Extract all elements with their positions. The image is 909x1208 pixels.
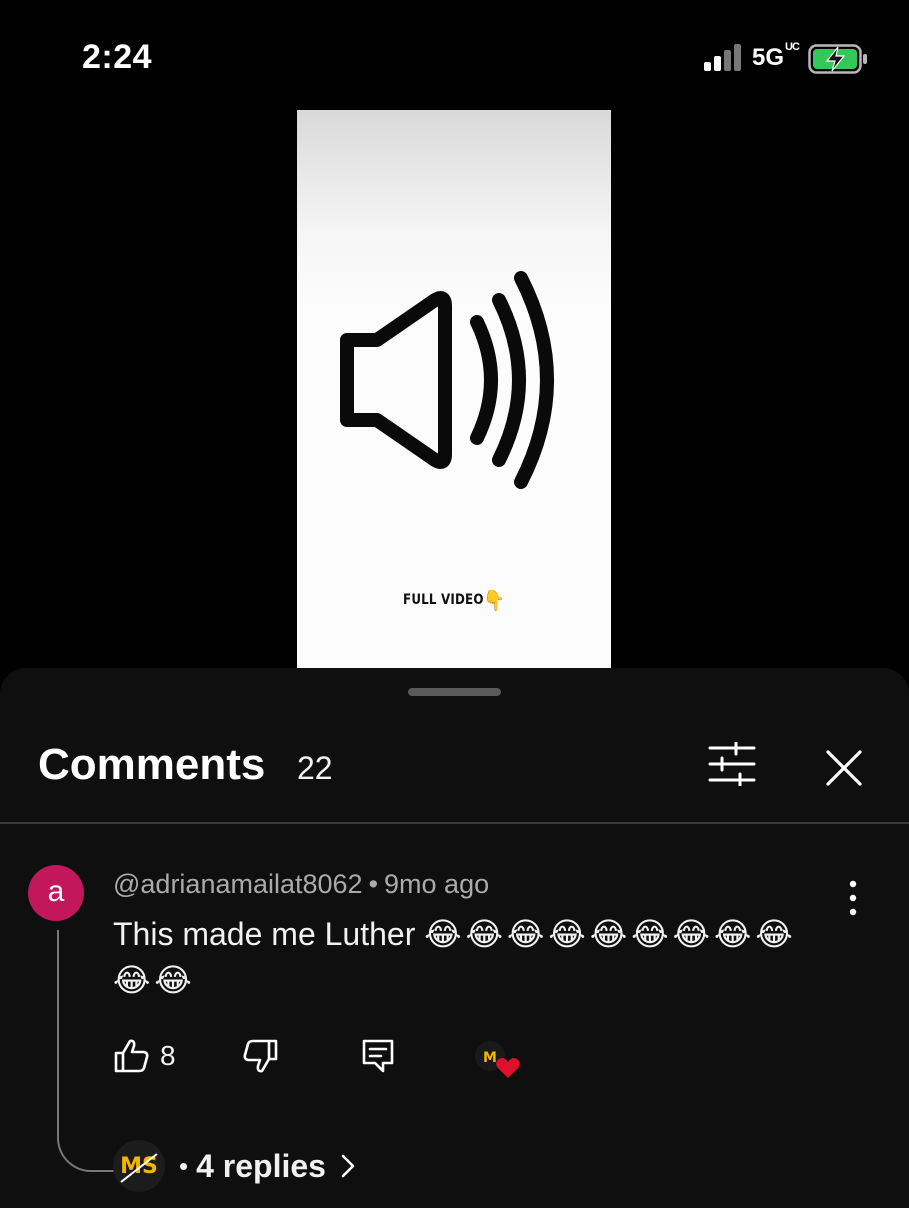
reply-comment-icon[interactable]	[361, 1038, 395, 1074]
video-caption: FULL VIDEO👇	[321, 588, 588, 612]
close-icon[interactable]	[822, 746, 866, 790]
view-replies-button[interactable]: MS • 4 replies	[113, 1140, 356, 1192]
meta-separator: •	[368, 869, 379, 899]
comments-title: Comments	[38, 740, 266, 789]
comment-body: This made me Luther 😂😂😂😂😂😂😂😂😂😂😂	[113, 911, 833, 1003]
creator-heart-icon: M	[475, 1041, 520, 1078]
pointing-down-emoji: 👇	[483, 588, 505, 612]
replies-separator: •	[179, 1150, 189, 1181]
comments-sheet: Comments 22 a @adrianamailat8062 • 9mo ago…	[0, 668, 909, 1208]
reply-author-avatar: MS	[113, 1140, 165, 1192]
thumbs-down-icon[interactable]	[243, 1038, 279, 1074]
network-indicator: 5GUC	[752, 41, 800, 72]
battery-charging-icon	[808, 44, 867, 74]
signal-icon	[704, 44, 741, 71]
comments-count: 22	[297, 750, 333, 786]
status-bar: 2:24 5GUC	[0, 0, 909, 110]
network-label: 5G	[752, 44, 785, 71]
comment-text: This made me Luther	[113, 916, 416, 952]
like-count: 8	[160, 1040, 176, 1071]
thread-connector	[57, 930, 115, 1172]
thumbs-up-icon[interactable]	[113, 1038, 149, 1074]
comment-avatar[interactable]: a	[28, 865, 84, 921]
status-time: 2:24	[82, 38, 153, 76]
filter-sort-icon[interactable]	[706, 742, 758, 786]
svg-text:M: M	[483, 1050, 497, 1066]
chevron-right-icon	[341, 1154, 355, 1178]
ms-logo-icon: MS	[120, 1153, 158, 1183]
drag-handle[interactable]	[408, 688, 501, 696]
video-caption-text: FULL VIDEO	[403, 592, 484, 608]
network-suffix: UC	[785, 41, 800, 53]
replies-count: 4 replies	[196, 1147, 326, 1184]
speaker-volume-icon	[340, 271, 554, 489]
comment-meta: @adrianamailat8062 • 9mo ago	[113, 869, 489, 900]
more-options-icon[interactable]	[836, 878, 870, 918]
comment-timestamp: 9mo ago	[384, 869, 490, 899]
comment-author[interactable]: @adrianamailat8062	[113, 869, 363, 899]
header-divider	[0, 822, 909, 824]
video-player[interactable]: FULL VIDEO👇	[297, 110, 611, 670]
